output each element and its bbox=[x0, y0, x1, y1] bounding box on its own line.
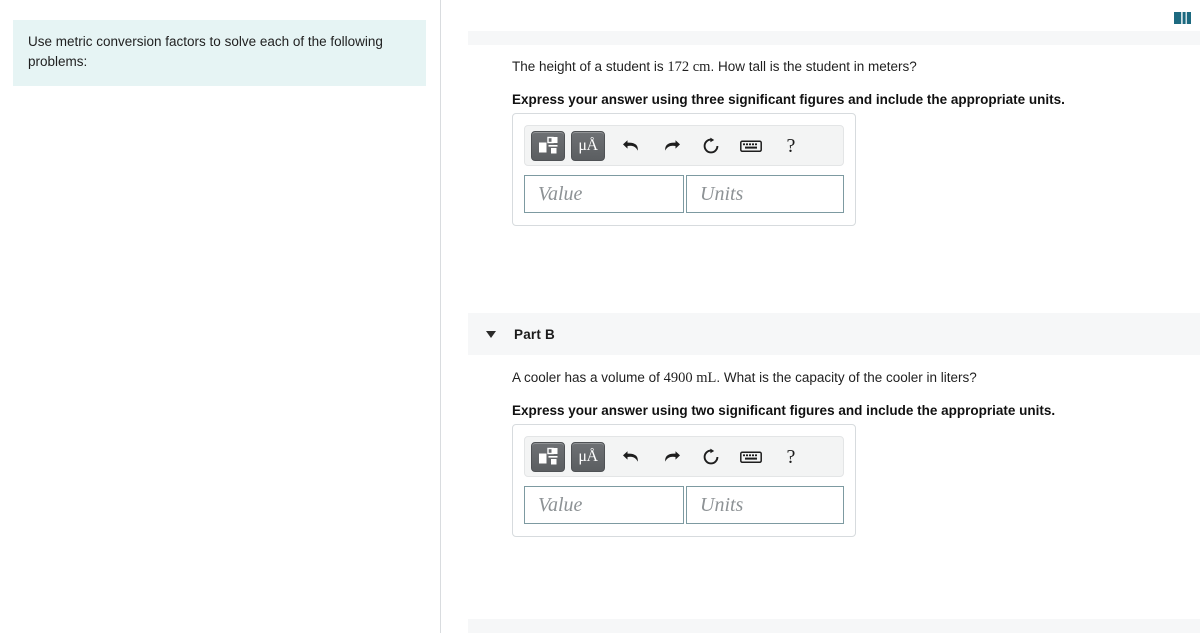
keyboard-icon[interactable] bbox=[736, 132, 766, 160]
help-icon[interactable]: ? bbox=[776, 443, 806, 471]
part-b-question-tail: . What is the capacity of the cooler in … bbox=[716, 370, 977, 385]
problem-statement-pane: Use metric conversion factors to solve e… bbox=[0, 0, 441, 633]
problem-page: Use metric conversion factors to solve e… bbox=[0, 0, 1200, 633]
reset-icon[interactable] bbox=[696, 132, 726, 160]
top-divider-band bbox=[468, 31, 1200, 45]
part-b-answer-box: μÅ ? Value Units bbox=[512, 424, 856, 537]
redo-icon[interactable] bbox=[656, 443, 686, 471]
template-formula-icon[interactable] bbox=[531, 441, 565, 472]
part-a-instruction: Express your answer using three signific… bbox=[512, 92, 1065, 108]
problem-prompt-text: Use metric conversion factors to solve e… bbox=[28, 34, 383, 69]
part-a-units-placeholder: Units bbox=[700, 182, 744, 205]
part-b-header[interactable]: Part B bbox=[468, 313, 1200, 355]
part-b-units-placeholder: Units bbox=[700, 493, 744, 516]
help-icon-label: ? bbox=[786, 134, 796, 157]
part-b-value-placeholder: Value bbox=[538, 493, 583, 516]
part-b-question-text: A cooler has a volume of 4900 mL. What i… bbox=[512, 368, 1055, 388]
part-b-answer-fields: Value Units bbox=[524, 486, 844, 524]
units-micro-angstrom-icon[interactable]: μÅ bbox=[571, 441, 605, 472]
part-b-value-input[interactable]: Value bbox=[524, 486, 684, 524]
part-a-answer-toolbar: μÅ ? bbox=[524, 125, 844, 166]
part-b-question-math: 4900 mL bbox=[663, 370, 717, 386]
part-a-question-text: The height of a student is 172 cm. How t… bbox=[512, 57, 1065, 77]
chevron-down-icon[interactable] bbox=[486, 330, 496, 338]
part-b-units-input[interactable]: Units bbox=[686, 486, 844, 524]
part-a-question-math: 172 cm bbox=[667, 59, 711, 75]
panel-layout-icon[interactable] bbox=[1174, 11, 1191, 24]
part-a-question-block: The height of a student is 172 cm. How t… bbox=[512, 57, 1065, 110]
part-b-question-block: A cooler has a volume of 4900 mL. What i… bbox=[512, 368, 1055, 421]
reset-icon[interactable] bbox=[696, 443, 726, 471]
part-a-value-placeholder: Value bbox=[538, 182, 583, 205]
units-micro-angstrom-label: μÅ bbox=[578, 136, 598, 154]
template-formula-icon[interactable] bbox=[531, 130, 565, 161]
part-a-answer-fields: Value Units bbox=[524, 175, 844, 213]
part-a-answer-box: μÅ ? Value Units bbox=[512, 113, 856, 226]
answer-pane: The height of a student is 172 cm. How t… bbox=[442, 0, 1200, 633]
units-micro-angstrom-icon[interactable]: μÅ bbox=[571, 130, 605, 161]
bottom-divider-band bbox=[468, 619, 1200, 633]
redo-icon[interactable] bbox=[656, 132, 686, 160]
part-b-label: Part B bbox=[514, 326, 555, 342]
problem-prompt-box: Use metric conversion factors to solve e… bbox=[13, 20, 426, 87]
part-a-units-input[interactable]: Units bbox=[686, 175, 844, 213]
undo-icon[interactable] bbox=[616, 443, 646, 471]
undo-icon[interactable] bbox=[616, 132, 646, 160]
part-b-instruction: Express your answer using two significan… bbox=[512, 403, 1056, 419]
part-a-question-tail: . How tall is the student in meters? bbox=[710, 59, 917, 74]
part-a-question-lead: The height of a student is bbox=[512, 59, 664, 74]
help-icon[interactable]: ? bbox=[776, 132, 806, 160]
help-icon-label: ? bbox=[786, 445, 796, 468]
part-b-answer-toolbar: μÅ ? bbox=[524, 436, 844, 477]
units-micro-angstrom-label: μÅ bbox=[578, 447, 598, 465]
part-a-value-input[interactable]: Value bbox=[524, 175, 684, 213]
keyboard-icon[interactable] bbox=[736, 443, 766, 471]
part-b-question-lead: A cooler has a volume of bbox=[512, 370, 660, 385]
